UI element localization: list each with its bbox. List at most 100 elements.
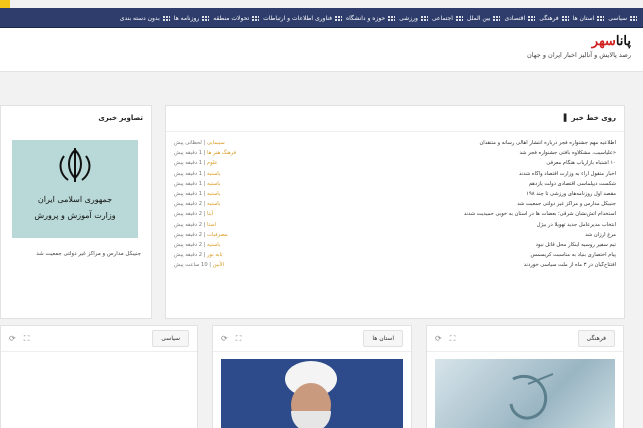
news-title[interactable]: «علیاسیب، مشکلاوه بافتی جشنواره فجر شد xyxy=(519,150,616,156)
nav-item-label: بین الملل xyxy=(466,14,491,22)
card-label[interactable]: سیاسی xyxy=(152,330,189,347)
news-photo[interactable]: جمهوری اسلامی ایران وزارت آموزش و پرورش xyxy=(12,140,138,238)
news-item[interactable]: پیام اختصاری بنیاد به مناسبت کریسمس تابه … xyxy=(174,250,616,260)
nav-item-label: فناوری اطلاعات و ارتباطات xyxy=(263,14,332,22)
news-category[interactable]: یاستیه xyxy=(207,191,220,197)
card-image[interactable] xyxy=(435,359,615,428)
news-time: 2 دقیقه پیش xyxy=(174,201,202,208)
nav-item[interactable]: اجتماعی xyxy=(432,15,463,22)
news-ticker-panel: روی خط خبر ▌ اطلاعیه مهم جشنواره فجر درب… xyxy=(165,105,625,319)
news-title[interactable]: اخبار متقول آراء به وزارت اقتصاد وآگاه ش… xyxy=(519,171,616,177)
nav-item-label: روزنامه ها xyxy=(173,14,200,22)
news-photos-panel: تصاویر خبری جمهوری اسلامی ایران وزارت آم… xyxy=(0,105,152,319)
category-card-provinces: استان ها ⟳ ⛶ xyxy=(212,325,412,428)
grid-icon xyxy=(387,15,396,21)
news-title[interactable]: اطلاعیه مهم جشنواره فجر درباره انتشار اه… xyxy=(479,140,616,146)
news-title[interactable]: افتتاح‌گیان در ۳ ماه از ملت سیاسی خوردند xyxy=(524,262,616,268)
photos-panel-title: تصاویر خبری xyxy=(98,114,143,122)
news-category[interactable]: یاستیه xyxy=(207,201,220,207)
news-category[interactable]: یاستیه xyxy=(207,181,220,187)
news-category[interactable]: علوم xyxy=(207,160,218,166)
site-logo[interactable]: پاناسهر xyxy=(592,34,631,49)
nav-item[interactable]: حوزه و دانشگاه xyxy=(346,15,396,22)
news-item[interactable]: مقصد اول روزنامه‌های ورزشی تا چند ۱۹۸ یاس… xyxy=(174,189,616,199)
news-category[interactable]: استا xyxy=(207,222,216,228)
card-image[interactable] xyxy=(221,359,403,428)
news-item[interactable]: جنیبکل مدارس و مراکز غیر دولتی جمعیت شد ی… xyxy=(174,199,616,209)
nav-item[interactable]: بین الملل xyxy=(466,14,501,22)
news-item[interactable]: اطلاعیه مهم جشنواره فجر درباره انتشار اه… xyxy=(174,138,616,148)
news-meta: مصرفیات | 2 دقیقه پیش xyxy=(174,232,228,238)
nav-item[interactable]: بدون دسته بندی xyxy=(120,15,170,22)
news-title[interactable]: استخدام آتش‌نشان شرقی؛ بعضات ها در استان… xyxy=(464,211,616,217)
nav-item[interactable]: روزنامه ها xyxy=(174,15,210,22)
nav-item-label: استان ها xyxy=(572,14,595,22)
news-item[interactable]: «علیاسیب، مشکلاوه بافتی جشنواره فجر شد فر… xyxy=(174,148,616,158)
news-title[interactable]: مرغ ارزان شد xyxy=(585,232,616,238)
logo-main: پانا xyxy=(615,34,631,49)
news-title[interactable]: مقصد اول روزنامه‌های ورزشی تا چند ۱۹۸ xyxy=(526,191,616,197)
news-category[interactable]: آیتا xyxy=(207,211,213,217)
news-item[interactable]: اخبار متقول آراء به وزارت اقتصاد وآگاه ش… xyxy=(174,169,616,179)
news-item[interactable]: انتخاب مدیرعامل جدید تهویلا در بیژل استا … xyxy=(174,220,616,230)
nav-item-label: اجتماعی xyxy=(431,14,453,22)
card-tools: ⟳ ⛶ xyxy=(221,334,241,344)
news-item[interactable]: ۱۰ اشتباه بازاریاب هنگام معرفی علوم | 1 د… xyxy=(174,158,616,168)
nav-item[interactable]: ورزشی xyxy=(399,15,428,22)
film-festival-logo-icon xyxy=(509,373,554,420)
nav-item[interactable]: استان ها xyxy=(573,15,605,22)
card-header: سیاسی ⟳ ⛶ xyxy=(1,326,197,352)
nav-item[interactable]: سیاسی xyxy=(608,15,637,22)
news-title[interactable]: ۱۰ اشتباه بازاریاب هنگام معرفی xyxy=(546,160,616,166)
news-title[interactable]: شکست دیپلماسی اقتصادی دولت یازدهم xyxy=(529,181,616,187)
divider xyxy=(166,131,624,132)
expand-icon[interactable]: ⛶ xyxy=(24,334,30,344)
news-meta: یاستیه | 2 دقیقه پیش xyxy=(174,201,220,207)
news-category[interactable]: مصرفیات xyxy=(207,232,228,238)
news-category[interactable]: یاستیه xyxy=(207,171,220,177)
expand-icon[interactable]: ⛶ xyxy=(236,334,242,344)
news-item[interactable]: استخدام آتش‌نشان شرقی؛ بعضات ها در استان… xyxy=(174,209,616,219)
news-title[interactable]: پیام اختصاری بنیاد به مناسبت کریسمس xyxy=(530,252,616,258)
news-item[interactable]: شکست دیپلماسی اقتصادی دولت یازدهم یاستیه … xyxy=(174,179,616,189)
news-time: لحظاتی پیش xyxy=(174,140,202,147)
grid-icon xyxy=(251,15,260,21)
news-category[interactable]: تابه نور xyxy=(207,252,223,258)
news-category[interactable]: فرهنگ هنر ها xyxy=(207,150,236,156)
news-category[interactable]: الأیین xyxy=(213,262,224,268)
card-label[interactable]: فرهنگی xyxy=(577,330,615,347)
card-image[interactable] xyxy=(9,359,189,428)
nav-item[interactable]: فناوری اطلاعات و ارتباطات xyxy=(263,15,342,22)
grid-icon xyxy=(629,15,637,21)
grid-icon xyxy=(201,15,210,21)
news-meta: یاستیه | 1 دقیقه پیش xyxy=(174,181,220,187)
emblem-text-1: جمهوری اسلامی ایران xyxy=(38,195,112,204)
expand-icon[interactable]: ⛶ xyxy=(450,334,456,344)
refresh-icon[interactable]: ⟳ xyxy=(221,334,228,344)
iran-emblem-icon: جمهوری اسلامی ایران وزارت آموزش و پرورش xyxy=(34,148,116,220)
nav-item[interactable]: تحولات منطقه xyxy=(213,15,260,22)
news-title[interactable]: تیم سفیر روسیه اینکار محل قاتل نبود xyxy=(536,242,616,248)
news-item[interactable]: تیم سفیر روسیه اینکار محل قاتل نبود یاستی… xyxy=(174,240,616,250)
nav-item[interactable]: اقتصادی xyxy=(504,15,536,22)
news-time: 1 دقیقه پیش xyxy=(174,150,202,157)
card-header: استان ها ⟳ ⛶ xyxy=(213,326,411,352)
category-card-politics: سیاسی ⟳ ⛶ xyxy=(0,325,198,428)
card-tools: ⟳ ⛶ xyxy=(435,334,455,344)
news-category[interactable]: یاستیه xyxy=(207,242,220,248)
card-label[interactable]: استان ها xyxy=(363,330,403,347)
grid-icon xyxy=(333,15,342,21)
news-title[interactable]: انتخاب مدیرعامل جدید تهویلا در بیژل xyxy=(537,222,616,228)
news-category[interactable]: سینمایی xyxy=(207,140,225,146)
nav-menu: سیاسی استان ها فرهنگی اقتصادی بین الملل اجتما… xyxy=(0,8,643,28)
news-time: 2 دقیقه پیش xyxy=(174,252,202,259)
refresh-icon[interactable]: ⟳ xyxy=(435,334,442,344)
grid-icon xyxy=(527,15,536,21)
nav-item[interactable]: فرهنگی xyxy=(539,15,569,22)
refresh-icon[interactable]: ⟳ xyxy=(9,334,16,344)
news-item[interactable]: مرغ ارزان شد مصرفیات | 2 دقیقه پیش xyxy=(174,230,616,240)
news-item[interactable]: افتتاح‌گیان در ۳ ماه از ملت سیاسی خوردند… xyxy=(174,260,616,270)
photo-caption[interactable]: جنیبکل مدارس و مراکز غیر دولتی جمعیت شد xyxy=(9,250,141,258)
news-title[interactable]: جنیبکل مدارس و مراکز غیر دولتی جمعیت شد xyxy=(517,201,616,207)
news-meta: الأیین | 10 ساعت پیش xyxy=(174,262,224,268)
